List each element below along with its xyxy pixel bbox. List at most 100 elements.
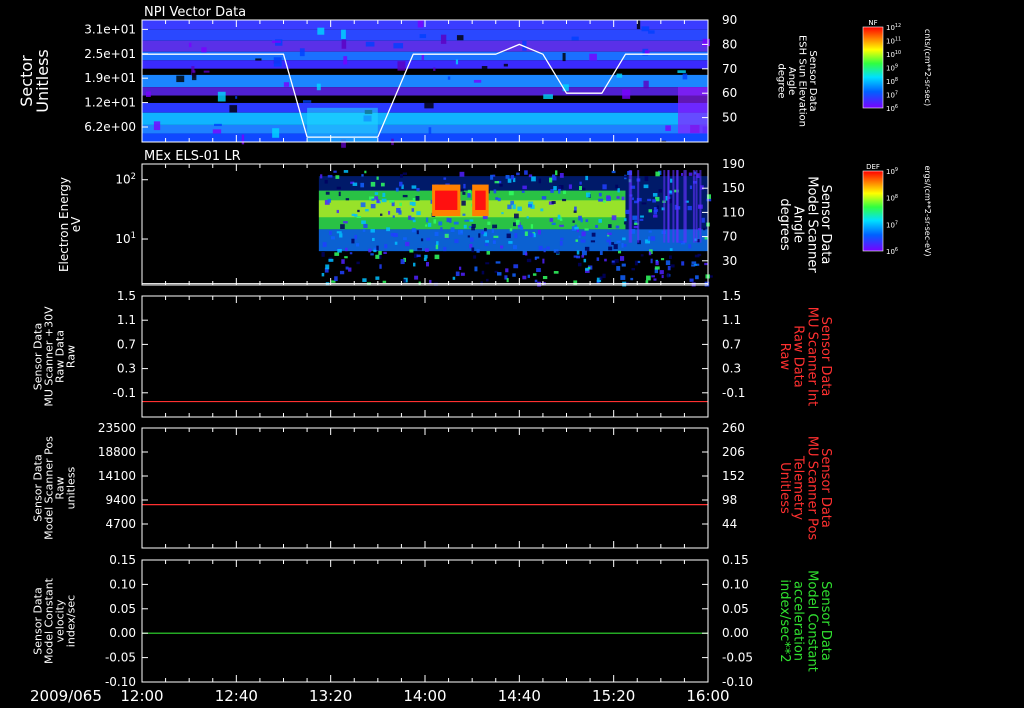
high-flux-core [475,190,486,210]
spectrogram-pixel [492,174,496,177]
spectrogram-cell [341,29,346,40]
left-tick-label: 9400 [105,493,136,507]
panel-frame [141,295,709,418]
right-tick-label: 0.3 [722,362,741,376]
spectrogram-pixel [409,249,414,253]
spectrogram-pixel [620,275,626,280]
spectrogram-pixel [574,226,579,230]
spectrogram-pixel [324,179,328,184]
left-tick-label: 1.1 [117,313,136,327]
spectrogram-pixel [584,228,589,231]
spectrogram-pixel [354,234,357,240]
spectrogram-cell [447,76,451,80]
spectrogram-pixel [573,280,578,285]
spectrogram-pixel [386,227,391,232]
spectrogram-pixel [426,262,430,267]
right-axis-label: Angle [786,67,797,95]
spectrogram-pixel [563,190,566,195]
spectrogram-pixel [396,207,401,213]
spectrogram-pixel [434,254,440,260]
spectrogram-pixel [521,190,525,193]
spectrogram-pixel [376,199,380,203]
spectrogram-pixel [506,233,511,239]
left-tick-label: 3.1e+01 [84,22,136,36]
spectrogram-pixel [599,276,603,280]
spectrogram-pixel [595,224,599,228]
spectrogram-cell [341,39,347,49]
spectrogram-pixel [474,266,478,272]
spectrogram-pixel [611,260,615,263]
spectrogram-pixel [500,245,504,249]
spectrogram-pixel [596,257,600,261]
spectrogram-cell [191,72,197,81]
spectrogram-pixel [357,209,360,213]
spectrogram-pixel [416,254,421,258]
spectrogram-cell [235,96,238,99]
spectrogram-pixel [446,217,450,223]
spectrogram-pixel [585,267,589,271]
spectrogram-pixel [345,266,349,270]
spectrogram-pixel [616,266,621,271]
spectrogram-cell [456,35,464,41]
spectrogram-pixel [343,221,348,224]
spectrogram-pixel [543,248,546,253]
time-tick-label: 15:20 [592,687,635,705]
spectrogram-pixel [648,230,652,233]
spectrogram-pixel [327,198,332,203]
spectrogram-pixel [416,230,419,235]
spectrogram-cell [682,73,688,80]
spectrogram-pixel [617,188,620,193]
spectrogram-pixel [537,281,542,287]
left-tick-label: 1.9e+01 [84,71,136,85]
spectrogram-cell [419,34,427,39]
spectrogram-pixel [471,247,475,253]
right-tick-label: 0.00 [722,626,749,640]
left-tick-label: 6.2e+00 [84,120,136,134]
spectrogram-pixel [616,196,620,199]
spectrogram-pixel [590,240,596,243]
spectrogram-cell [317,27,325,35]
spectrogram-pixel [624,218,627,222]
spectrogram-pixel [393,233,398,238]
right-tick-label: 80 [722,37,737,51]
spectrogram-pixel [374,196,379,200]
spectrogram-pixel [325,264,330,270]
panel-title: MEx ELS-01 LR [144,149,241,164]
spectrogram-pixel [585,219,589,223]
spectrogram-pixel [463,183,466,189]
colorbar-tick-label: 109 [886,167,898,176]
spectrogram-pixel [691,261,697,264]
spectrogram-pixel [413,262,416,267]
spectrogram-pixel [341,259,345,264]
right-tick-label: 260 [722,421,745,435]
spectrogram-pixel [402,194,408,198]
spectrogram-pixel [334,276,338,282]
spectrogram-pixel [339,233,343,238]
left-tick-label: 1.5 [117,289,136,303]
colorbar-unit: ergs/(cm**2-sr-sec-eV) [923,165,932,256]
spectrogram-pixel [623,243,627,247]
spectrogram-cell [397,61,406,71]
spectrogram-pixel [416,188,420,192]
left-axis-label: index/sec [65,595,78,647]
spectrogram-pixel [670,178,673,183]
spectrogram-pixel [513,264,519,269]
spectrogram-pixel [631,197,634,200]
spectrogram-pixel [634,260,638,266]
spectrogram-cell [343,56,348,65]
spectrogram-pixel [380,213,383,216]
left-tick-label: 18800 [98,445,136,459]
spectrogram-cell [481,66,488,73]
spectrogram-streak [676,170,679,243]
spectrogram-cell [622,89,631,99]
spectrogram-pixel [616,240,621,243]
spectrogram-pixel [415,196,420,201]
spectrogram-pixel [362,229,366,232]
spectrogram-pixel [650,236,656,241]
colorbar-tick-label: 107 [886,221,898,230]
spectrogram-pixel [344,256,348,259]
spectrogram-pixel [630,277,634,281]
spectrogram-pixel [361,220,366,225]
right-axis-label: Sensor Data [807,50,818,111]
spectrogram-streak [684,170,687,243]
